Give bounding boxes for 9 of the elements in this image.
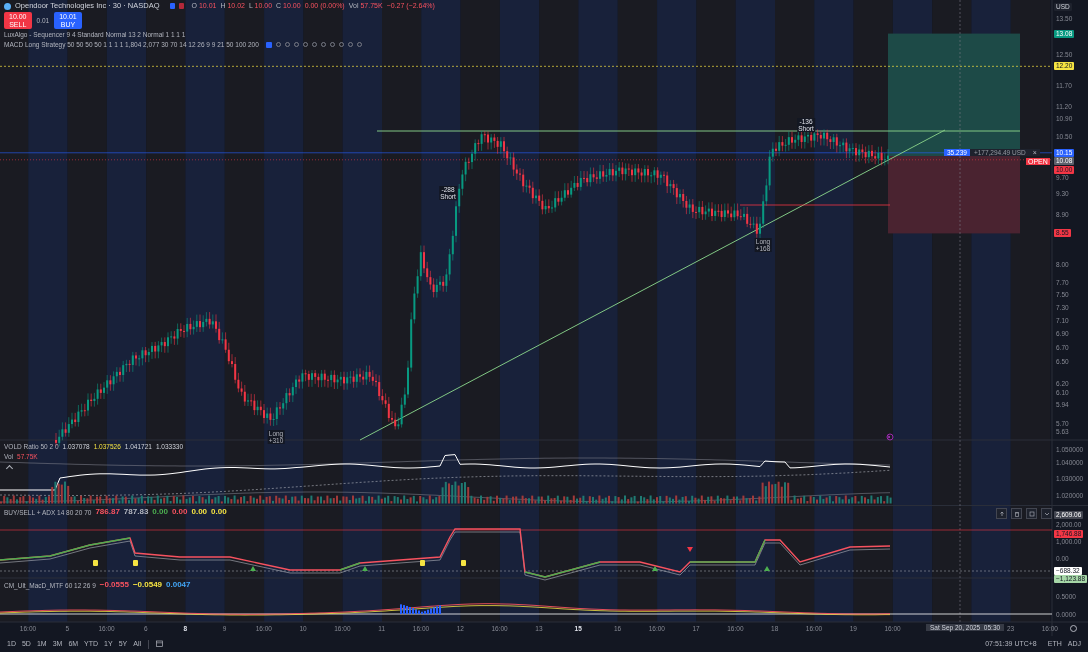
indicator-value: −0.0549 [132, 581, 163, 590]
indicator-value: 0.0047 [166, 581, 191, 590]
indicator-value: 0.00 [191, 508, 208, 517]
indicator-value: 787.83 [123, 508, 149, 517]
indicator-value: 0.00 [152, 508, 168, 517]
indicator-value: 0.00 [211, 508, 227, 517]
indicator-value: −0.0555 [99, 581, 129, 590]
indicator-value: 0.00 [171, 508, 188, 517]
indicator-value: 786.87 [95, 508, 120, 517]
